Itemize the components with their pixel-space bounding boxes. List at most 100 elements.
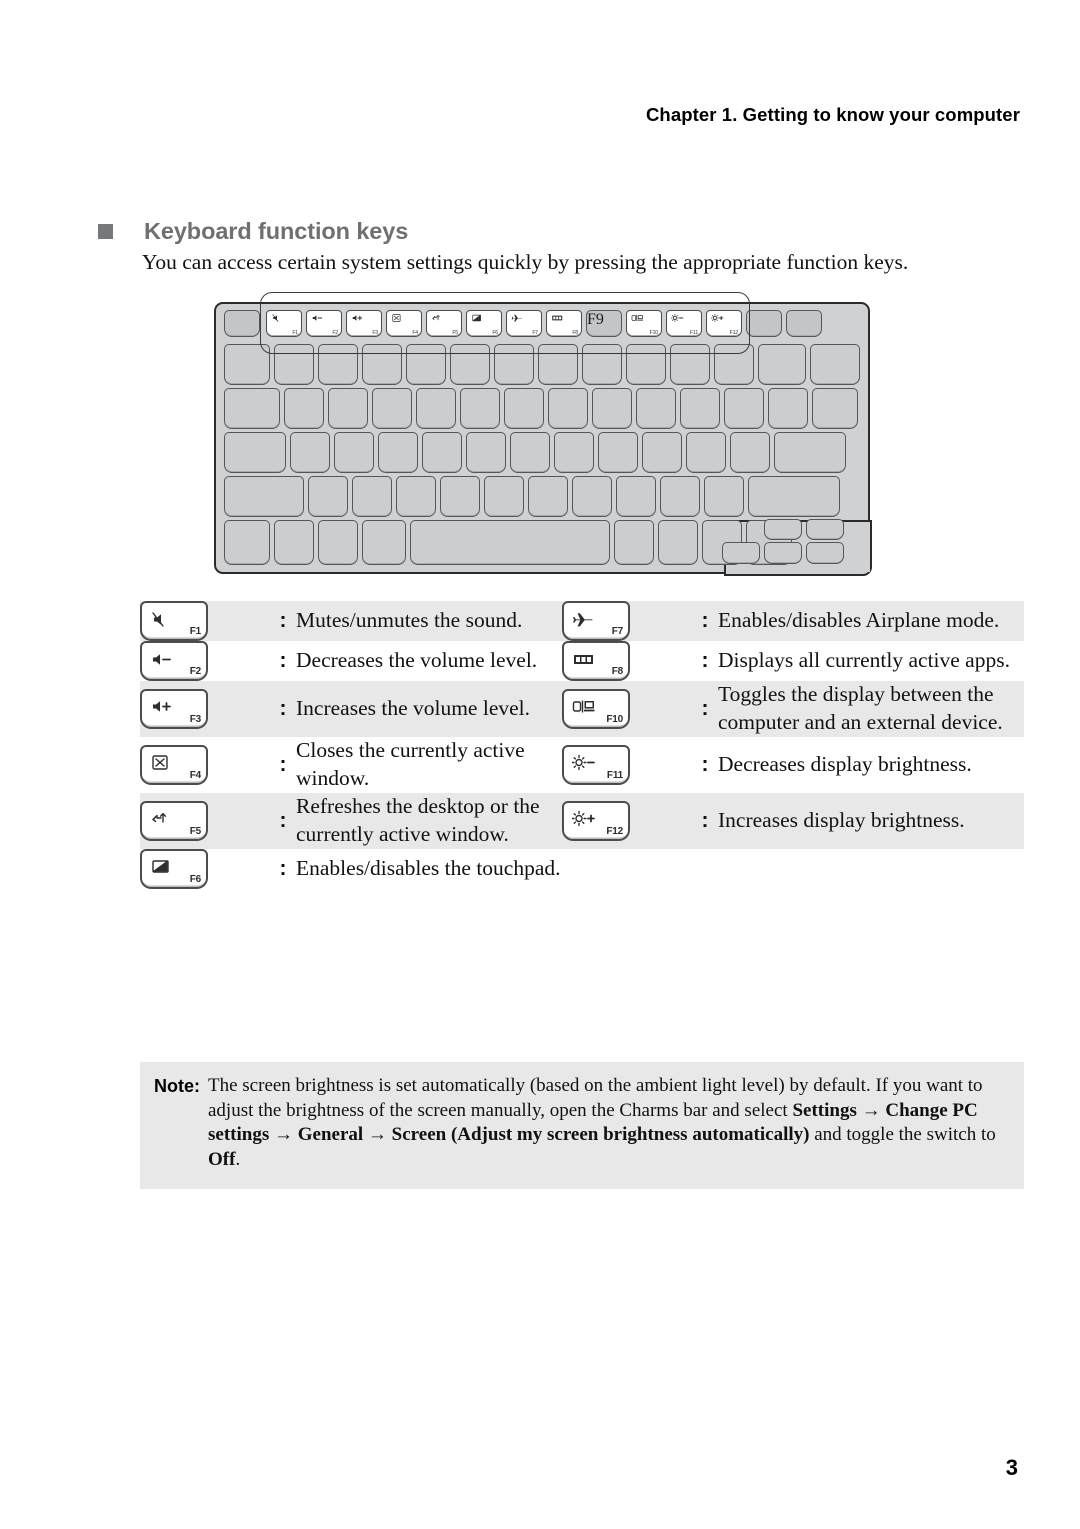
keyboard-key[interactable] [406, 344, 446, 385]
keyboard-key[interactable] [538, 344, 578, 385]
note-bold-settings: Settings [792, 1099, 857, 1121]
keyboard-key[interactable] [416, 388, 456, 429]
keyboard-key[interactable] [422, 432, 462, 473]
keyboard-key[interactable] [308, 476, 348, 517]
keyboard-key[interactable] [494, 344, 534, 385]
keyboard-key[interactable] [598, 432, 638, 473]
keyboard-key[interactable] [274, 520, 314, 565]
keyboard-fnkey-f7[interactable]: F7 [506, 310, 542, 337]
keyboard-key[interactable] [504, 388, 544, 429]
fn-keychip-f11[interactable]: F11 [562, 744, 631, 785]
keyboard-key[interactable] [686, 432, 726, 473]
fn-key-cell: F4 [140, 737, 270, 793]
keyboard-key[interactable] [680, 388, 720, 429]
keyboard-key[interactable] [660, 476, 700, 517]
fn-keychip-f8[interactable]: F8 [562, 641, 631, 681]
keyboard-key[interactable] [224, 520, 270, 565]
keyboard-key[interactable] [642, 432, 682, 473]
keyboard-key[interactable] [290, 432, 330, 473]
keyboard-key[interactable] [714, 344, 754, 385]
keyboard-key-arrow-down[interactable] [764, 542, 802, 564]
fn-keychip-f2[interactable]: F2 [140, 641, 208, 681]
keyboard-key[interactable] [758, 344, 806, 385]
keyboard-key[interactable] [636, 388, 676, 429]
keyboard-key[interactable] [670, 344, 710, 385]
fn-keychip-f12[interactable]: F12 [562, 800, 631, 841]
keyboard-fnkey-f4[interactable]: F4 [386, 310, 422, 337]
keyboard-key[interactable] [450, 344, 490, 385]
refresh-icon [431, 313, 444, 326]
keyboard-key[interactable] [410, 520, 610, 565]
keyboard-key[interactable] [582, 344, 622, 385]
keyboard-key[interactable] [730, 432, 770, 473]
keyboard-key-arrow-left[interactable] [722, 542, 760, 564]
keyboard-key[interactable] [352, 476, 392, 517]
keyboard-key[interactable] [440, 476, 480, 517]
keyboard-key[interactable] [616, 476, 656, 517]
keyboard-key[interactable] [528, 476, 568, 517]
keyboard-fnkey-f2[interactable]: F2 [306, 310, 342, 337]
keyboard-key[interactable] [224, 432, 286, 473]
keyboard-fnkey-f8[interactable]: F8 [546, 310, 582, 337]
keyboard-key[interactable] [362, 520, 406, 565]
keyboard-key[interactable] [224, 388, 280, 429]
fn-key-cell: F1 [140, 601, 270, 641]
keyboard-key[interactable] [748, 476, 840, 517]
keyboard-key-pgup[interactable] [806, 519, 844, 540]
fn-keychip-f4[interactable]: F4 [140, 744, 208, 785]
keyboard-key[interactable] [334, 432, 374, 473]
keyboard-key-arrow-right[interactable] [806, 542, 844, 564]
keyboard-key[interactable] [224, 476, 304, 517]
keyboard-fnkey-f3[interactable]: F3 [346, 310, 382, 337]
keyboard-key[interactable] [460, 388, 500, 429]
fn-key-cell: F12 [562, 792, 693, 849]
keyboard-key[interactable] [554, 432, 594, 473]
keyboard-fnkey-f11[interactable]: F11 [666, 310, 702, 337]
keyboard-fnkey-f10[interactable]: F10 [626, 310, 662, 337]
keyboard-key[interactable] [704, 476, 744, 517]
keyboard-key[interactable] [466, 432, 506, 473]
keyboard-key[interactable] [768, 388, 808, 429]
keyboard-key[interactable] [372, 388, 412, 429]
keyboard-key[interactable] [810, 344, 860, 385]
keyboard-key[interactable] [572, 476, 612, 517]
keyboard-key[interactable] [284, 388, 324, 429]
keyboard-key-arrow-up[interactable] [764, 519, 802, 540]
fn-key-description: Enables/disables Airplane mode. [718, 608, 1000, 633]
keyboard-key[interactable] [592, 388, 632, 429]
keyboard-key[interactable] [396, 476, 436, 517]
keyboard-fnkey-f5[interactable]: F5 [426, 310, 462, 337]
keyboard-key[interactable] [328, 388, 368, 429]
fn-keychip-f7[interactable]: F7 [562, 601, 631, 641]
keyboard-key[interactable] [224, 344, 270, 385]
keyboard-key[interactable] [614, 520, 654, 565]
keyboard-key[interactable] [484, 476, 524, 517]
keyboard-fnkey-f9[interactable]: F9 [586, 310, 622, 337]
keyboard-key[interactable] [510, 432, 550, 473]
keyboard-key[interactable] [658, 520, 698, 565]
keyboard-key[interactable] [812, 388, 858, 429]
keyboard-key-esc[interactable] [224, 310, 260, 337]
keyboard-fnkey-f1[interactable]: F1 [266, 310, 302, 337]
keyboard-key-fnrow-extra[interactable] [786, 310, 822, 337]
fn-keychip-f10[interactable]: F10 [562, 688, 631, 729]
keyboard-fnkey-f6[interactable]: F6 [466, 310, 502, 337]
keyboard-key[interactable] [362, 344, 402, 385]
keyboard-key-fnrow-extra[interactable] [746, 310, 782, 337]
keyboard-key[interactable] [548, 388, 588, 429]
fn-keychip-f5[interactable]: F5 [140, 800, 208, 841]
keyboard-key[interactable] [378, 432, 418, 473]
keyboard-key[interactable] [318, 520, 358, 565]
keyboard-key[interactable] [774, 432, 846, 473]
keyboard-key[interactable] [318, 344, 358, 385]
keyboard-fnkey-f12[interactable]: F12 [706, 310, 742, 337]
fn-keychip-f1[interactable]: F1 [140, 601, 208, 641]
keyboard-corner-mask [726, 568, 870, 572]
keyboard-key[interactable] [724, 388, 764, 429]
fn-keychip-f6[interactable]: F6 [140, 848, 208, 889]
keyboard-key[interactable] [274, 344, 314, 385]
keyboard-key[interactable] [626, 344, 666, 385]
display-toggle-icon [631, 314, 644, 322]
keyboard-fnkey-label: F3 [372, 330, 378, 336]
fn-keychip-f3[interactable]: F3 [140, 688, 208, 729]
